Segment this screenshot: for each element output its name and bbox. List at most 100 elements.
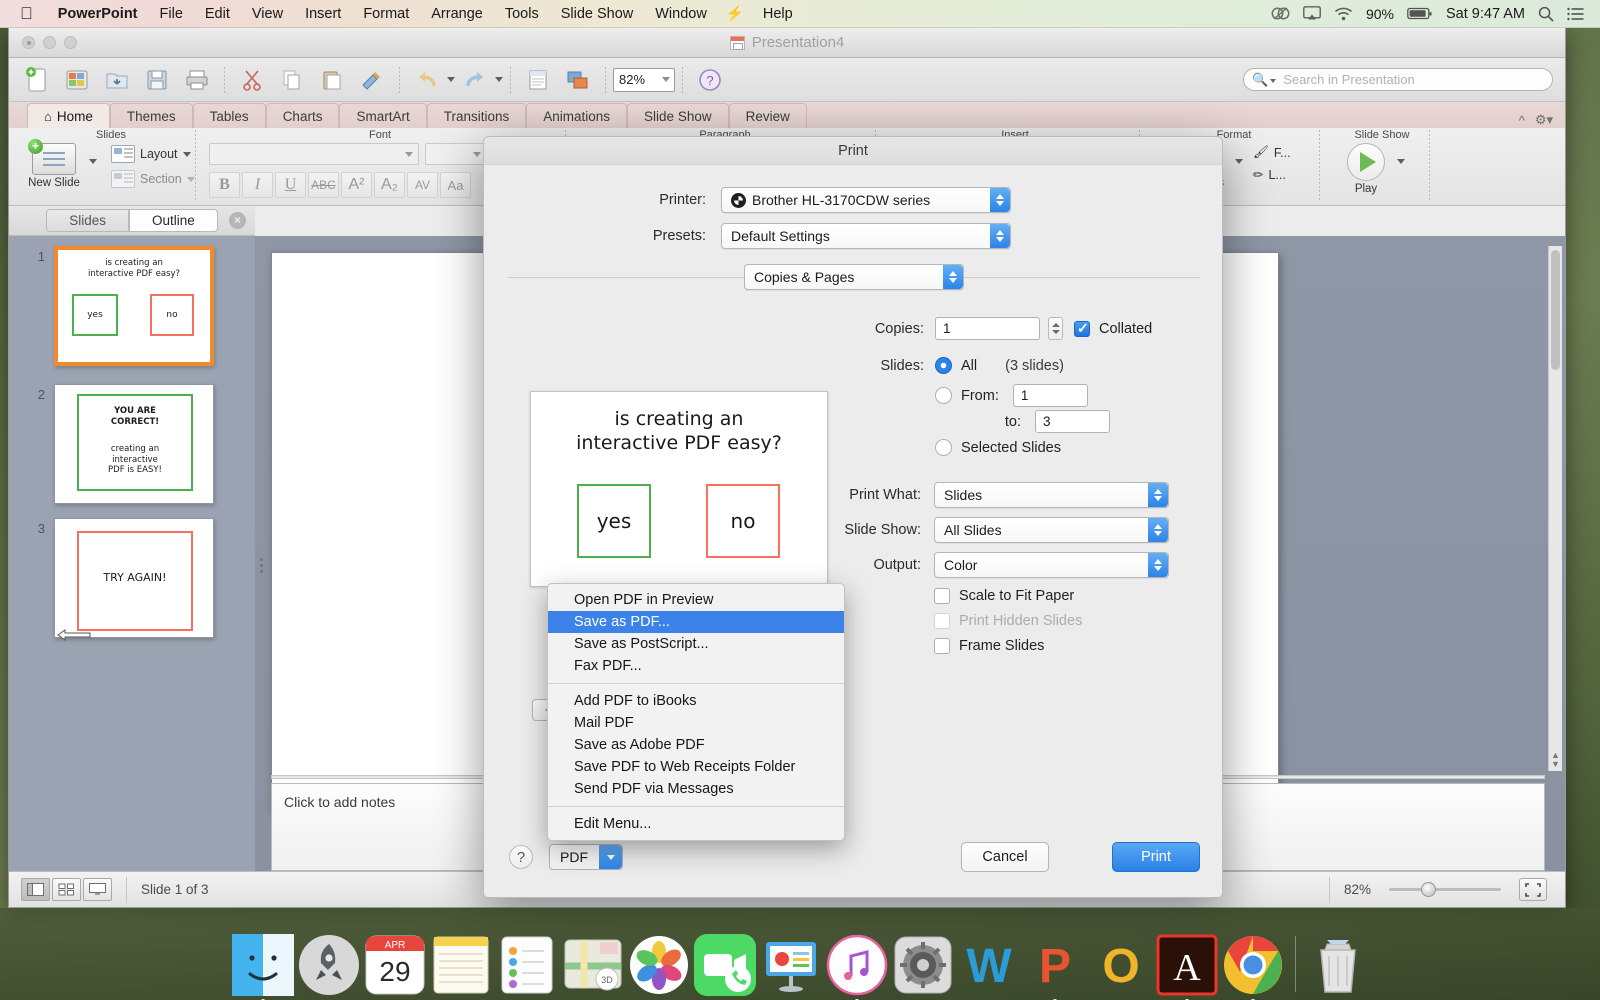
tab-animations[interactable]: Animations: [526, 103, 628, 128]
chevron-updown-icon[interactable]: [990, 224, 1010, 248]
trash-icon[interactable]: [1307, 934, 1369, 996]
calendar-icon[interactable]: APR 29: [364, 934, 426, 996]
slide-show-select[interactable]: All Slides: [934, 517, 1169, 543]
collated-checkbox-row[interactable]: Collated: [1074, 320, 1152, 337]
menu-file[interactable]: File: [149, 0, 194, 28]
minimize-window-button[interactable]: [43, 36, 56, 49]
zoom-window-button[interactable]: [64, 36, 77, 49]
zoom-combobox[interactable]: 82%: [613, 67, 675, 92]
chevron-updown-icon[interactable]: [1148, 553, 1168, 577]
undo-icon[interactable]: [408, 62, 446, 98]
microsoft-outlook-icon[interactable]: O: [1090, 934, 1152, 996]
scale-to-fit-row[interactable]: Scale to Fit Paper: [934, 588, 1074, 604]
selected-slides-radio[interactable]: [935, 439, 952, 456]
fit-to-window-icon[interactable]: [1519, 878, 1547, 901]
menu-item-send-pdf-via-messages[interactable]: Send PDF via Messages: [548, 778, 844, 800]
menu-edit[interactable]: Edit: [194, 0, 241, 28]
slides-from-input[interactable]: 1: [1012, 384, 1088, 407]
menu-window[interactable]: Window: [644, 0, 718, 28]
slides-from-radio[interactable]: [935, 387, 952, 404]
menu-powerpoint[interactable]: PowerPoint: [47, 0, 149, 28]
notification-center-icon[interactable]: [1567, 7, 1584, 21]
tab-smartart[interactable]: SmartArt: [339, 103, 427, 128]
new-presentation-icon[interactable]: [18, 62, 56, 98]
slide-thumbnail-panel[interactable]: 1 is creating an interactive PDF easy? ye…: [9, 236, 255, 871]
list-item[interactable]: 3 TRY AGAIN!: [21, 518, 214, 641]
new-slide-button[interactable]: + New Slide: [21, 139, 87, 189]
keynote-icon[interactable]: [760, 934, 822, 996]
italic-button[interactable]: I: [242, 172, 273, 198]
creative-cloud-icon[interactable]: [1271, 6, 1290, 21]
copies-stepper[interactable]: [1048, 317, 1063, 340]
subscript-button[interactable]: A₂: [374, 172, 405, 198]
scroll-arrows-icon[interactable]: ▲ ▼: [1551, 751, 1560, 769]
microsoft-powerpoint-icon[interactable]: P: [1024, 934, 1086, 1000]
redo-dropdown-icon[interactable]: [495, 77, 503, 82]
chevron-down-icon[interactable]: [186, 176, 195, 182]
presenter-view-icon[interactable]: [83, 878, 112, 901]
redo-icon[interactable]: [456, 62, 494, 98]
pdf-dropdown-menu[interactable]: Open PDF in Preview Save as PDF... Save …: [547, 583, 845, 841]
finder-icon[interactable]: [231, 934, 294, 1000]
print-what-select[interactable]: Slides: [934, 482, 1169, 508]
launchpad-icon[interactable]: [298, 934, 360, 996]
microsoft-word-icon[interactable]: W: [958, 934, 1020, 996]
menu-bar-clock[interactable]: Sat 9:47 AM: [1446, 6, 1525, 22]
chevron-updown-icon[interactable]: [990, 188, 1010, 212]
superscript-button[interactable]: A²: [341, 172, 372, 198]
help-icon[interactable]: ?: [509, 845, 533, 869]
paste-icon[interactable]: [313, 62, 351, 98]
chevron-down-icon[interactable]: [599, 845, 622, 869]
apple-menu-icon[interactable]: : [20, 5, 33, 22]
media-icon[interactable]: [559, 62, 597, 98]
tab-slides[interactable]: Slides: [46, 209, 129, 232]
chevron-updown-icon[interactable]: [1148, 518, 1168, 542]
slide-sorter-view-icon[interactable]: [52, 878, 81, 901]
printer-select[interactable]: Brother HL-3170CDW series: [721, 187, 1011, 213]
facetime-icon[interactable]: [693, 934, 756, 996]
maps-icon[interactable]: 3D: [562, 934, 624, 996]
reminders-icon[interactable]: [496, 934, 558, 996]
slide-thumbnail-2[interactable]: YOU ARE CORRECT! creating an interactive PD…: [54, 384, 214, 504]
open-template-icon[interactable]: [58, 62, 96, 98]
ribbon-settings-icon[interactable]: ⚙▾: [1535, 112, 1553, 128]
frame-slides-checkbox[interactable]: [934, 638, 950, 654]
tab-themes[interactable]: Themes: [109, 103, 193, 128]
selected-slides-radio-row[interactable]: Selected Slides: [935, 439, 1061, 456]
collapse-ribbon-icon[interactable]: ^: [1519, 113, 1525, 128]
tab-transitions[interactable]: Transitions: [426, 103, 527, 128]
new-slide-dropdown-icon[interactable]: [89, 159, 97, 164]
menu-item-edit-menu[interactable]: Edit Menu...: [548, 813, 844, 835]
font-size-combobox[interactable]: [425, 143, 487, 165]
normal-view-icon[interactable]: [21, 878, 50, 901]
play-dropdown-icon[interactable]: [1397, 159, 1405, 164]
layout-button[interactable]: Layout: [111, 145, 195, 163]
close-panel-icon[interactable]: ×: [229, 212, 246, 229]
menu-item-open-pdf-in-preview[interactable]: Open PDF in Preview: [548, 589, 844, 611]
chevron-updown-icon[interactable]: [943, 265, 963, 289]
fill-button[interactable]: 🖌 F...: [1253, 145, 1291, 160]
copy-icon[interactable]: [273, 62, 311, 98]
menu-item-mail-pdf[interactable]: Mail PDF: [548, 712, 844, 734]
menu-item-save-as-adobe-pdf[interactable]: Save as Adobe PDF: [548, 734, 844, 756]
chevron-down-icon[interactable]: [1270, 79, 1277, 83]
search-input[interactable]: 🔍 Search in Presentation: [1243, 68, 1553, 91]
wifi-icon[interactable]: [1334, 7, 1353, 21]
panel-splitter-handle[interactable]: [257, 548, 266, 582]
battery-icon[interactable]: [1407, 7, 1433, 21]
chevron-down-icon[interactable]: [182, 151, 191, 157]
section-button[interactable]: Section: [111, 170, 195, 188]
menu-format[interactable]: Format: [352, 0, 420, 28]
collated-checkbox[interactable]: [1074, 320, 1090, 337]
window-controls[interactable]: [22, 36, 77, 49]
google-chrome-icon[interactable]: [1222, 934, 1284, 1000]
help-icon[interactable]: ?: [691, 62, 729, 98]
menu-tools[interactable]: Tools: [494, 0, 550, 28]
menu-item-save-pdf-to-web-receipts-folder[interactable]: Save PDF to Web Receipts Folder: [548, 756, 844, 778]
slides-all-radio-row[interactable]: All: [935, 357, 977, 374]
menu-view[interactable]: View: [241, 0, 294, 28]
change-case-button[interactable]: Aa: [440, 172, 471, 198]
scale-to-fit-checkbox[interactable]: [934, 588, 950, 604]
spotlight-search-icon[interactable]: [1538, 6, 1554, 22]
menu-slide-show[interactable]: Slide Show: [550, 0, 645, 28]
